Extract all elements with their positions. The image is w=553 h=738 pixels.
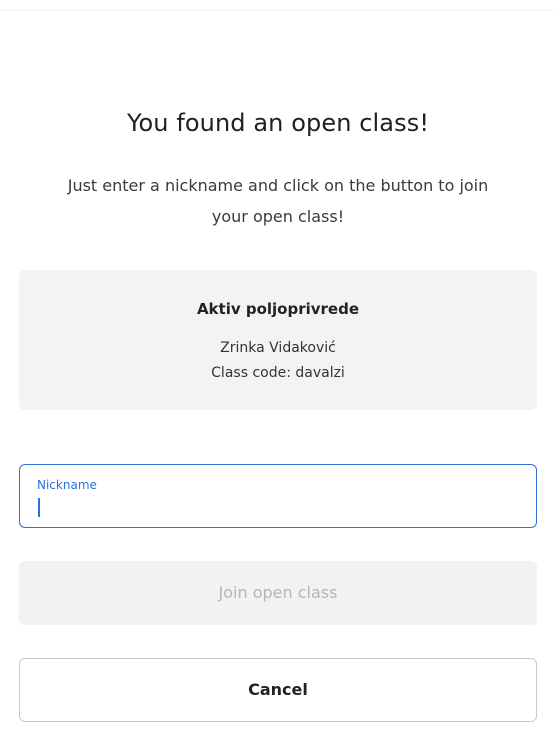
cancel-button[interactable]: Cancel [19, 658, 537, 722]
nickname-input[interactable] [36, 495, 516, 519]
class-info-card: Aktiv poljoprivrede Zrinka Vidaković Cla… [19, 270, 537, 410]
subtitle-line-2: your open class! [211, 207, 345, 226]
subtitle-line-1: Just enter a nickname and click on the b… [67, 176, 489, 195]
nickname-label: Nickname [37, 478, 97, 492]
text-caret [38, 498, 40, 517]
join-open-class-button[interactable]: Join open class [19, 561, 537, 625]
dialog-title: You found an open class! [126, 109, 430, 137]
class-name: Aktiv poljoprivrede [196, 300, 360, 318]
dialog-subtitle: Just enter a nickname and click on the b… [9, 170, 547, 232]
join-open-class-dialog: You found an open class! Just enter a ni… [19, 0, 537, 738]
teacher-name: Zrinka Vidaković [220, 340, 336, 356]
nickname-field[interactable]: Nickname [19, 464, 537, 528]
class-code: Class code: davalzi [211, 365, 345, 381]
